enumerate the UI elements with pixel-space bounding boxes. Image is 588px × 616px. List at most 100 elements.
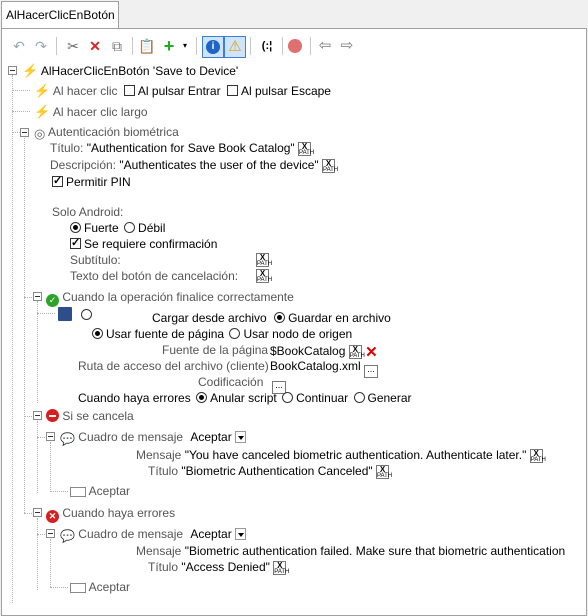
button-icon xyxy=(70,583,86,593)
abort-radio[interactable] xyxy=(196,392,208,403)
breakpoint-icon[interactable]: (:¦ xyxy=(256,37,278,55)
file-path-value[interactable]: BookCatalog.xml xyxy=(270,359,361,373)
xpath-icon[interactable]: X PATH xyxy=(273,561,289,575)
cancel-node[interactable]: Si se cancela xyxy=(46,409,134,423)
xpath-icon[interactable]: X PATH xyxy=(376,465,392,479)
on-long-click-node[interactable]: ⚡ Al hacer clic largo xyxy=(34,104,148,120)
root-label: AlHacerClicEnBotón 'Save to Device' xyxy=(40,64,239,78)
copy-icon[interactable]: ⧉ xyxy=(108,37,126,55)
info-icon[interactable]: i xyxy=(202,36,224,58)
cancel-message-label: Mensaje xyxy=(136,448,182,462)
cancel-msgbox-button-value[interactable]: Aceptar xyxy=(190,430,231,444)
record-icon[interactable] xyxy=(286,37,304,55)
xpath-icon[interactable]: X PATH xyxy=(256,269,272,283)
strong-radio[interactable] xyxy=(70,222,81,233)
allow-pin-checkbox[interactable] xyxy=(52,174,63,187)
strong-label: Fuerte xyxy=(84,221,119,235)
event-bolt-icon: ⚡ xyxy=(34,83,51,98)
save-radio[interactable] xyxy=(274,312,286,323)
warning-icon[interactable]: ⚠ xyxy=(224,36,246,58)
error-node[interactable]: ✕ Cuando haya errores xyxy=(46,506,175,523)
throw-label: Generar xyxy=(367,391,412,405)
error-title-value[interactable]: "Access Denied" xyxy=(181,560,270,574)
chevron-down-icon[interactable] xyxy=(235,528,247,540)
error-msgbox-node[interactable]: 💬 Cuadro de mensaje Aceptar xyxy=(60,527,247,543)
browse-path-button[interactable]: ... xyxy=(364,365,379,378)
abort-label: Anular script xyxy=(210,391,277,405)
encoding-label: Codificación xyxy=(198,375,264,389)
on-enter-label: Al pulsar Entrar xyxy=(137,84,221,98)
bio-title-value[interactable]: "Authentication for Save Book Catalog" xyxy=(87,141,295,155)
error-message-label: Mensaje xyxy=(136,544,182,558)
chevron-down-icon[interactable] xyxy=(235,431,247,443)
cancel-message-value[interactable]: "You have canceled biometric authenticat… xyxy=(185,448,527,462)
back-icon[interactable]: ⇦ xyxy=(316,37,334,55)
error-message-value[interactable]: "Biometric authentication failed. Make s… xyxy=(185,544,565,558)
xpath-icon[interactable]: X PATH xyxy=(256,253,272,267)
success-node[interactable]: ✓ Cuando la operación finalice correctam… xyxy=(46,290,294,307)
expand-root-button[interactable] xyxy=(8,66,17,75)
error-msgbox-button-value[interactable]: Aceptar xyxy=(190,527,231,541)
confirm-required-checkbox[interactable] xyxy=(70,236,81,249)
xpath-icon[interactable]: X PATH xyxy=(322,159,338,173)
toolbar: ↶ ↷ ✂ ✕ ⧉ 📋 + ▾ i ⚠ (:¦ ⇦ ⇨ xyxy=(2,29,585,61)
success-label: Cuando la operación finalice correctamen… xyxy=(62,290,294,304)
continue-radio[interactable] xyxy=(282,392,294,403)
allow-pin-label: Permitir PIN xyxy=(66,175,131,189)
fingerprint-icon: ◎ xyxy=(34,126,46,141)
android-only-label: Solo Android: xyxy=(52,205,124,219)
bio-title-label: Título: xyxy=(50,141,84,155)
undo-icon[interactable]: ↶ xyxy=(10,37,28,55)
root-node[interactable]: ⚡ AlHacerClicEnBotón 'Save to Device' xyxy=(22,63,238,79)
bio-desc-value[interactable]: "Authenticates the user of the device" xyxy=(119,158,318,172)
bio-auth-node[interactable]: ◎ Autenticación biométrica xyxy=(34,125,179,142)
redo-icon[interactable]: ↷ xyxy=(32,37,50,55)
throw-radio[interactable] xyxy=(353,392,365,403)
page-source-radio[interactable] xyxy=(92,328,103,339)
weak-radio[interactable] xyxy=(124,222,136,233)
cancel-accept-label: Aceptar xyxy=(88,484,131,498)
expand-error-msgbox-button[interactable] xyxy=(46,529,55,538)
error-accept-node[interactable]: Aceptar xyxy=(70,580,130,594)
on-error-label: Cuando haya errores xyxy=(78,391,191,405)
on-click-label: Al hacer clic xyxy=(52,84,118,98)
page-source-field-label: Fuente de la página xyxy=(162,343,269,357)
xpath-icon[interactable]: X PATH xyxy=(529,449,546,463)
error-accept-label: Aceptar xyxy=(88,580,131,594)
weak-label: Débil xyxy=(138,221,166,235)
save-file-icon xyxy=(58,307,72,321)
cancel-stop-icon xyxy=(46,409,59,422)
cancel-accept-node[interactable]: Aceptar xyxy=(70,484,130,498)
expand-success-button[interactable] xyxy=(33,292,42,301)
origin-node-radio[interactable] xyxy=(229,328,241,339)
paste-icon[interactable]: 📋 xyxy=(138,37,156,55)
expand-bio-button[interactable] xyxy=(20,128,29,137)
xpath-icon[interactable]: X PATH xyxy=(348,345,365,359)
on-long-click-label: Al hacer clic largo xyxy=(52,105,148,119)
message-icon: 💬 xyxy=(60,432,75,446)
cancel-title-value[interactable]: "Biometric Authentication Canceled" xyxy=(181,464,372,478)
expand-error-button[interactable] xyxy=(33,508,42,517)
action-tree: ⚡ AlHacerClicEnBotón 'Save to Device' ⚡ … xyxy=(2,61,585,614)
page-source-value[interactable]: $BookCatalog xyxy=(270,344,345,358)
error-msgbox-label: Cuadro de mensaje xyxy=(78,527,184,541)
load-radio[interactable] xyxy=(81,309,93,320)
add-dropdown-chevron-icon[interactable]: ▾ xyxy=(176,37,194,55)
subtitle-label: Subtítulo: xyxy=(70,253,121,267)
forward-icon[interactable]: ⇨ xyxy=(338,37,356,55)
tab-title: AlHacerClicEnBotón xyxy=(6,8,115,22)
xpath-icon[interactable]: X PATH xyxy=(298,142,314,156)
delete-icon[interactable]: ✕ xyxy=(86,37,104,55)
page-source-label: Usar fuente de página xyxy=(106,327,225,341)
error-label: Cuando haya errores xyxy=(62,506,176,520)
event-bolt-icon: ⚡ xyxy=(34,104,51,119)
on-escape-checkbox[interactable] xyxy=(226,85,238,96)
success-check-icon: ✓ xyxy=(46,294,59,307)
expand-cancel-button[interactable] xyxy=(33,411,42,420)
on-click-node[interactable]: ⚡ Al hacer clic Al pulsar Entrar Al puls… xyxy=(34,83,331,99)
cut-icon[interactable]: ✂ xyxy=(64,37,82,55)
on-enter-checkbox[interactable] xyxy=(123,85,135,96)
expand-cancel-msgbox-button[interactable] xyxy=(46,432,55,441)
cancel-msgbox-node[interactable]: 💬 Cuadro de mensaje Aceptar xyxy=(60,430,247,446)
tab-alhacerclic[interactable]: AlHacerClicEnBotón xyxy=(1,1,119,29)
